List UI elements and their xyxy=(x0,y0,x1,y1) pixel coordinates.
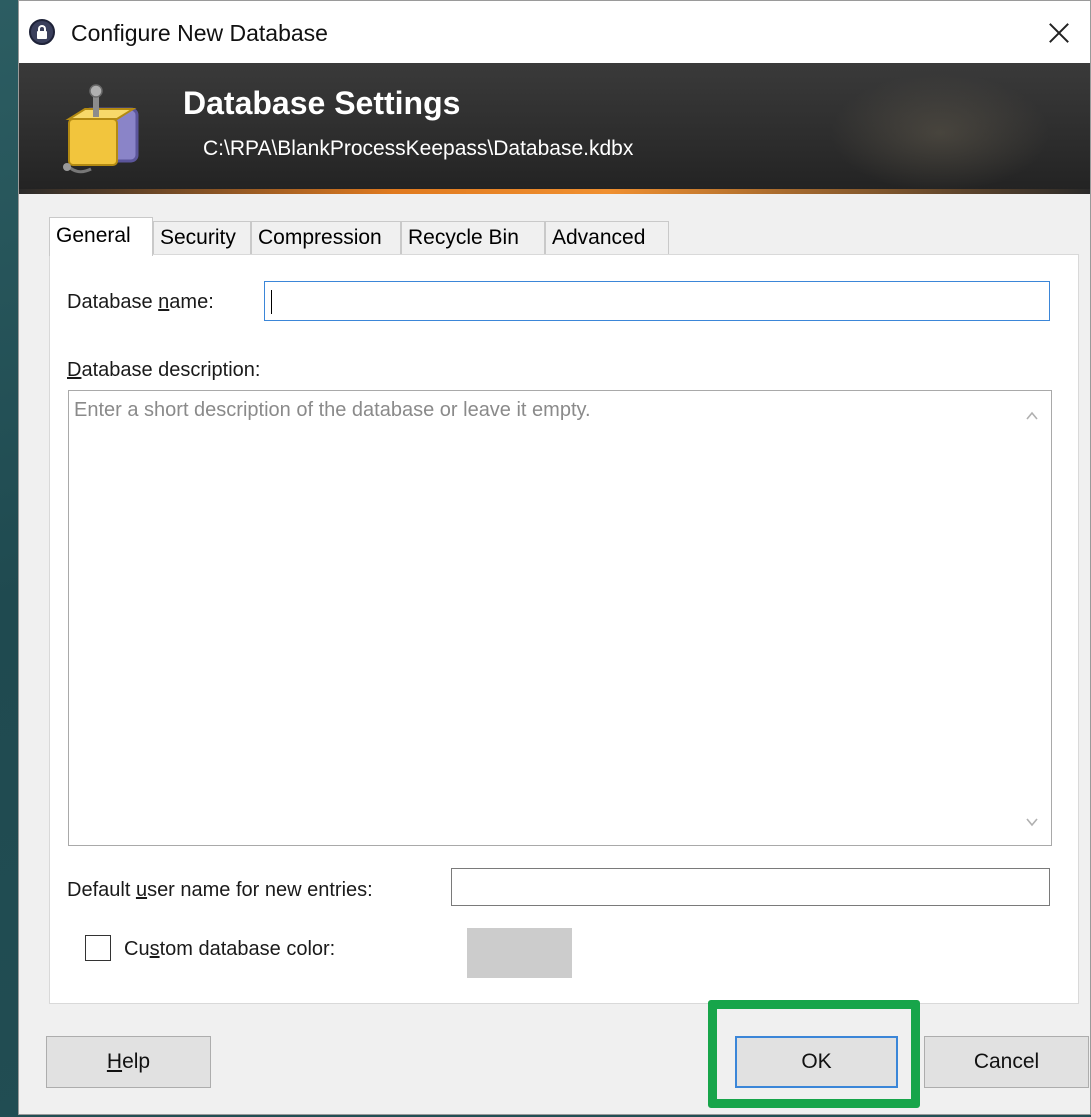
color-swatch-button[interactable] xyxy=(467,928,572,978)
tab-advanced[interactable]: Advanced xyxy=(545,221,669,255)
banner-accent-line xyxy=(19,189,1090,194)
window-title: Configure New Database xyxy=(71,20,328,46)
title-bar: Configure New Database xyxy=(19,1,1090,63)
banner-title: Database Settings xyxy=(183,85,461,121)
description-placeholder: Enter a short description of the databas… xyxy=(74,399,591,421)
default-user-input[interactable] xyxy=(451,868,1050,906)
database-description-label: Database description: xyxy=(67,359,261,381)
tab-recycle-bin[interactable]: Recycle Bin xyxy=(401,221,545,255)
banner: Database Settings C:\RPA\BlankProcessKee… xyxy=(19,63,1090,194)
database-settings-icon xyxy=(63,84,139,174)
cancel-button[interactable]: Cancel xyxy=(924,1036,1089,1088)
database-description-input[interactable]: Enter a short description of the databas… xyxy=(68,390,1052,846)
close-icon[interactable] xyxy=(1028,1,1090,63)
tab-security[interactable]: Security xyxy=(153,221,251,255)
lock-icon xyxy=(29,19,55,45)
custom-color-label: Custom database color: xyxy=(124,938,336,960)
ok-button-highlight xyxy=(708,1000,920,1108)
general-tab-panel: Database name: Database description: Ent… xyxy=(49,254,1079,1004)
chevron-up-icon[interactable] xyxy=(1025,409,1039,423)
database-name-label: Database name: xyxy=(67,291,214,313)
help-button[interactable]: Help xyxy=(46,1036,211,1088)
custom-color-checkbox[interactable] xyxy=(85,935,111,961)
database-path: C:\RPA\BlankProcessKeepass\Database.kdbx xyxy=(203,137,634,160)
tab-general[interactable]: General xyxy=(49,217,153,256)
default-user-label: Default user name for new entries: xyxy=(67,879,373,901)
tab-compression[interactable]: Compression xyxy=(251,221,401,255)
banner-decoration xyxy=(830,73,1050,193)
chevron-down-icon[interactable] xyxy=(1025,815,1039,829)
text-caret xyxy=(271,290,272,314)
configure-database-dialog: Configure New Database Database Settings… xyxy=(18,0,1091,1115)
database-name-input[interactable] xyxy=(264,281,1050,321)
